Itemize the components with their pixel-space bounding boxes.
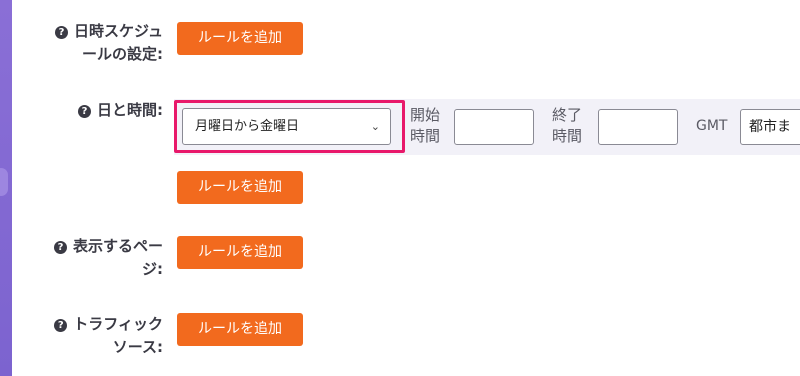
schedule-label: ? 日時スケジュ ールの設定: (55, 20, 163, 66)
start-time-input[interactable] (454, 109, 534, 145)
day-range-select[interactable]: 月曜日から金曜日 ⌄ (182, 108, 391, 145)
start-time-label: 開始 時間 (410, 105, 440, 147)
chevron-down-icon: ⌄ (370, 120, 380, 133)
end-time-input[interactable] (598, 109, 678, 145)
start-time-label-line1: 開始 (410, 106, 441, 124)
help-circle-icon[interactable]: ? (78, 105, 91, 118)
day-time-label-text: 日と時間: (97, 101, 163, 119)
city-select[interactable]: 都市ま (740, 109, 800, 145)
start-time-label-line2: 時間 (410, 127, 441, 145)
end-time-label-line1: 終了 (552, 106, 583, 124)
add-schedule-rule-button[interactable]: ルールを追加 (177, 22, 303, 55)
pages-label-line2: ジ: (142, 260, 163, 278)
end-time-label: 終了 時間 (552, 105, 582, 147)
sidebar-collapse-handle[interactable] (0, 168, 8, 196)
pages-label-line1: 表示するペー (72, 237, 163, 255)
end-time-label-line2: 時間 (552, 127, 583, 145)
traffic-label-line2: ソース: (112, 338, 163, 356)
add-traffic-rule-button[interactable]: ルールを追加 (177, 313, 303, 346)
timezone-label: GMT (696, 118, 728, 134)
schedule-label-line2: ールの設定: (82, 45, 163, 63)
help-circle-icon[interactable]: ? (53, 241, 67, 254)
day-time-label: ? 日と時間: (78, 99, 163, 122)
sidebar-edge (0, 0, 12, 376)
traffic-label-line1: トラフィック (73, 315, 163, 333)
traffic-label: ? トラフィック ソース: (54, 313, 163, 359)
pages-label: ? 表示するペー ジ: (53, 235, 163, 281)
add-pages-rule-button[interactable]: ルールを追加 (177, 236, 303, 269)
day-range-select-value: 月曜日から金曜日 (195, 119, 300, 134)
schedule-label-line1: 日時スケジュ (74, 22, 163, 40)
help-circle-icon[interactable]: ? (54, 319, 68, 332)
help-circle-icon[interactable]: ? (55, 26, 69, 39)
add-day-time-rule-button[interactable]: ルールを追加 (177, 171, 303, 204)
